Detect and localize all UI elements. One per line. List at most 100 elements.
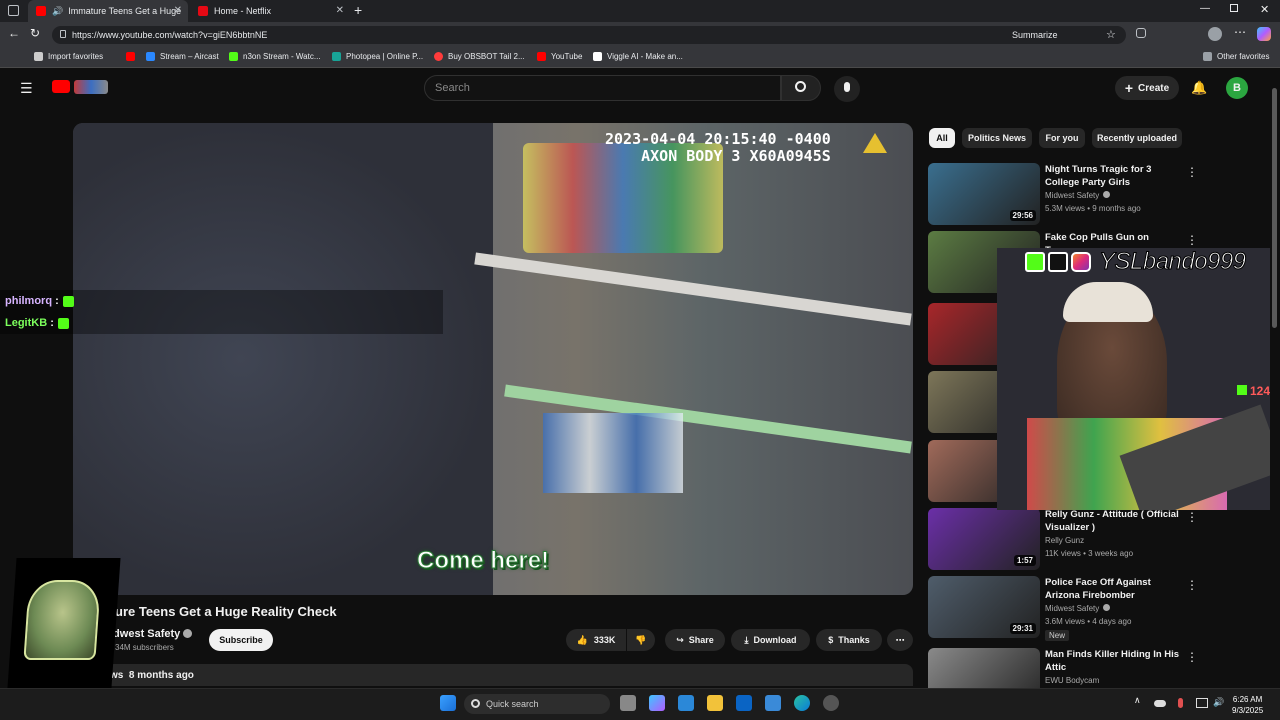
thanks-button[interactable]: $ Thanks [816,629,882,651]
chip-for-you[interactable]: For you [1039,128,1085,148]
kick-emote-icon [62,295,74,307]
chrome-app-icon[interactable] [823,695,839,711]
browser-tab-bar: 🔊 Immature Teens Get a Huge ✕ Home - Net… [0,0,1280,22]
copilot-icon[interactable] [1257,27,1271,41]
chip-politics-news[interactable]: Politics News [962,128,1032,148]
chat-message: LegitKB : [0,312,443,334]
recommendation-item[interactable]: 29:56 Night Turns Tragic for 3 College Pa… [928,163,1264,227]
video-thumbnail[interactable]: 29:56 [928,163,1040,225]
recommendation-channel[interactable]: EWU Bodycam [1045,676,1099,685]
start-windows-icon[interactable] [440,695,456,711]
bookmark-viggle[interactable]: Viggle AI - Make an... [593,52,683,61]
more-options-icon[interactable]: ⋮ [1186,233,1198,247]
refresh-icon[interactable]: ↻ [30,26,40,40]
bookmark-import[interactable]: Import favorites [34,52,103,61]
bookmark-obsbot[interactable]: Buy OBSBOT Tail 2... [434,52,525,61]
recommendation-channel[interactable]: Midwest Safety [1045,604,1111,613]
url-field[interactable]: https://www.youtube.com/watch?v=giEN6bbt… [52,26,1126,44]
download-button[interactable]: ⤓ Download [731,629,810,651]
bookmark-youtube-icon-only[interactable] [126,52,140,61]
chip-recently-uploaded[interactable]: Recently uploaded [1092,128,1182,148]
volume-icon[interactable]: 🔊 [1213,697,1224,708]
more-options-icon[interactable]: ⋮ [1186,165,1198,179]
taskbar-search[interactable]: Quick search [464,694,610,714]
channel-name[interactable]: idwest Safety [110,628,193,640]
new-tab-icon[interactable]: + [354,2,362,18]
video-player[interactable]: 2023-04-04 20:15:40 -0400 AXON BODY 3 X6… [73,123,913,595]
outlook-icon[interactable] [736,695,752,711]
description-box[interactable] [73,664,913,686]
video-frame-products [543,413,683,493]
youtube-logo-icon[interactable] [52,80,70,93]
more-actions-button[interactable]: ⋯ [887,629,913,651]
duration-badge: 29:56 [1009,210,1036,221]
recommendation-channel[interactable]: Midwest Safety [1045,191,1111,200]
minimize-icon[interactable]: — [1200,3,1210,14]
axon-warning-icon [863,133,887,153]
create-button[interactable]: + Create [1115,76,1179,100]
tab-actions-icon[interactable] [8,5,19,16]
account-avatar[interactable]: B [1226,77,1248,99]
video-thumbnail[interactable]: 1:57 [928,508,1040,570]
hamburger-menu-icon[interactable]: ☰ [20,80,33,97]
copilot-taskbar-icon[interactable] [649,695,665,711]
share-button[interactable]: ↪ Share [665,629,725,651]
tray-chevron-icon[interactable]: ∧ [1134,695,1141,706]
tab-title: Home - Netflix [214,6,272,16]
menu-dots-icon[interactable]: ⋯ [1234,25,1246,39]
task-view-icon[interactable] [620,695,636,711]
channel-label: Relly Gunz [1045,536,1085,545]
notifications-bell-icon[interactable]: 🔔 [1191,80,1207,96]
network-icon[interactable] [1196,698,1208,708]
chip-all[interactable]: All [929,128,955,148]
instagram-icon [1071,252,1091,272]
photos-icon[interactable] [765,695,781,711]
like-button[interactable]: 👍 333K [566,629,626,651]
tab-netflix[interactable]: Home - Netflix ✕ [190,0,350,22]
close-window-icon[interactable]: ✕ [1260,3,1269,16]
channel-label: Midwest Safety [1045,604,1100,613]
streamer-webcam: 124 [997,248,1280,510]
close-tab-icon[interactable]: ✕ [336,5,344,16]
recommendation-item[interactable]: 1:57 Relly Gunz - Attitude ( Official Vis… [928,508,1264,572]
scrollbar-thumb[interactable] [1272,88,1277,328]
recommendation-item[interactable]: 29:31 Police Face Off Against Arizona Fir… [928,576,1264,641]
folder-icon [1203,52,1212,61]
mic-tray-icon[interactable] [1178,698,1183,708]
bookmark-aircast[interactable]: Stream – Aircast [146,52,219,61]
channel-label: EWU Bodycam [1045,676,1100,685]
recommendation-title[interactable]: Police Face Off Against Arizona Firebomb… [1045,576,1183,602]
favorite-star-icon[interactable]: ☆ [1106,28,1116,41]
bookmark-youtube[interactable]: YouTube [537,52,582,61]
maximize-icon[interactable] [1230,4,1238,12]
tab-youtube[interactable]: 🔊 Immature Teens Get a Huge ✕ [28,0,188,22]
more-options-icon[interactable]: ⋮ [1186,578,1198,592]
search-button[interactable] [781,75,821,101]
profile-icon[interactable] [1208,27,1222,41]
recommendation-title[interactable]: Relly Gunz - Attitude ( Official Visuali… [1045,508,1183,534]
edge-icon[interactable] [794,695,810,711]
video-thumbnail[interactable]: 29:31 [928,576,1040,638]
taskbar-clock[interactable]: 6:26 AM 9/3/2025 [1232,694,1263,716]
recommendation-channel[interactable]: Relly Gunz [1045,536,1084,545]
bookmark-photopea[interactable]: Photopea | Online P... [332,52,423,61]
summarize-button[interactable]: Summarize [1012,30,1058,40]
close-tab-icon[interactable]: ✕ [174,5,182,16]
subscribe-button[interactable]: Subscribe [209,629,273,651]
recommendation-title[interactable]: Man Finds Killer Hiding In His Attic [1045,648,1183,674]
more-options-icon[interactable]: ⋮ [1186,650,1198,664]
dislike-button[interactable]: 👎 [627,629,655,651]
other-favorites[interactable]: Other favorites [1203,52,1269,61]
recommendation-title[interactable]: Night Turns Tragic for 3 College Party G… [1045,163,1183,189]
thumbs-down-icon: 👎 [635,634,647,645]
more-options-icon[interactable]: ⋮ [1186,510,1198,524]
onedrive-icon[interactable] [1154,700,1166,707]
netflix-favicon-icon [198,6,208,16]
file-explorer-icon[interactable] [707,695,723,711]
search-input[interactable]: Search [424,75,781,101]
extensions-icon[interactable] [1136,28,1146,38]
bookmark-n3on[interactable]: n3on Stream - Watc... [229,52,321,61]
voice-search-button[interactable] [834,76,860,102]
store-icon[interactable] [678,695,694,711]
back-icon[interactable]: ← [8,26,20,40]
